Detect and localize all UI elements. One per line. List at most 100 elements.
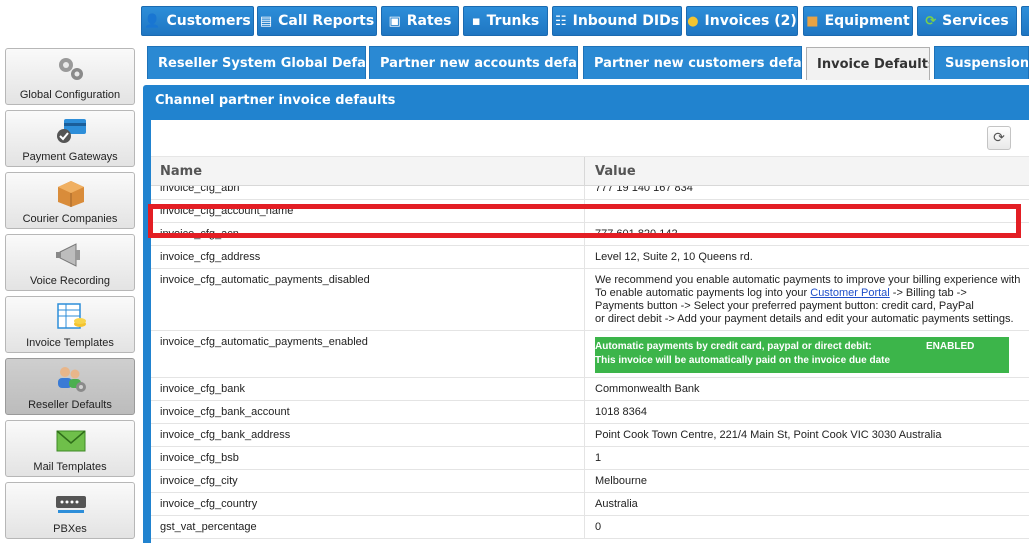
- sidebar-item-courier-companies[interactable]: Courier Companies: [5, 172, 135, 229]
- value-text: To enable automatic payments log into yo…: [595, 287, 811, 299]
- tab-partner-new-accounts-defaults[interactable]: Partner new accounts defaults: [369, 46, 578, 79]
- table-row[interactable]: invoice_cfg_bank_account 1018 8364: [151, 401, 1029, 424]
- table-row[interactable]: invoice_cfg_bank Commonwealth Bank: [151, 378, 1029, 401]
- sidebar-item-label: PBXes: [53, 523, 87, 535]
- value-line: Payments button -> Select your preferred…: [595, 300, 974, 312]
- tab-invoice-defaults[interactable]: Invoice Defaults: [806, 47, 930, 80]
- did-icon: ☷: [554, 13, 567, 29]
- coins-icon: ●: [687, 13, 699, 29]
- column-divider: [584, 401, 585, 423]
- nav-tab-rates[interactable]: ▣ Rates: [381, 6, 459, 36]
- tab-label: Invoice Defaults: [817, 56, 930, 72]
- banner-line: This invoice will be automatically paid …: [595, 355, 891, 366]
- tab-label: Reseller System Global Defaults: [158, 55, 366, 71]
- sidebar-item-label: Reseller Defaults: [28, 399, 112, 411]
- table-row[interactable]: invoice_cfg_abn 777 19 140 167 834: [151, 186, 1029, 200]
- customer-portal-link[interactable]: Customer Portal: [810, 287, 889, 299]
- tab-reseller-system-global-defaults[interactable]: Reseller System Global Defaults: [147, 46, 366, 79]
- tab-suspension[interactable]: Suspension a: [934, 46, 1029, 79]
- column-divider: [584, 331, 585, 377]
- table-row[interactable]: invoice_cfg_bank_address Point Cook Town…: [151, 424, 1029, 447]
- envelope-icon: [56, 430, 86, 452]
- nav-tab-equipment[interactable]: ■ Equipment: [803, 6, 913, 36]
- tab-label: Partner new customers defaults: [594, 55, 802, 71]
- enabled-status-badge: ENABLED: [926, 341, 975, 352]
- column-divider: [584, 269, 585, 330]
- column-header-value[interactable]: Value: [595, 164, 636, 179]
- column-divider: [584, 424, 585, 446]
- sidebar-item-pbxes[interactable]: PBXes: [5, 482, 135, 539]
- nav-tab-label: Trunks: [486, 13, 540, 29]
- table-row[interactable]: invoice_cfg_automatic_payments_disabled …: [151, 269, 1029, 331]
- refresh-button[interactable]: ⟳: [987, 126, 1011, 150]
- nav-tab-label: Call Reports: [278, 13, 375, 29]
- column-header-name[interactable]: Name: [160, 164, 202, 179]
- table-row[interactable]: gst_vat_percentage 0: [151, 516, 1029, 539]
- nav-tab-inbound-dids[interactable]: ☷ Inbound DIDs: [552, 6, 682, 36]
- value-line: We recommend you enable automatic paymen…: [595, 274, 1021, 286]
- row-value-multiline: We recommend you enable automatic paymen…: [595, 274, 1025, 326]
- grid-rows: invoice_cfg_abn 777 19 140 167 834 invoi…: [151, 186, 1029, 543]
- sidebar-item-reseller-defaults[interactable]: Reseller Defaults: [5, 358, 135, 415]
- row-value: Point Cook Town Centre, 221/4 Main St, P…: [595, 429, 942, 441]
- row-name: invoice_cfg_country: [160, 498, 258, 510]
- top-navigation: 👤 Customers ▤ Call Reports ▣ Rates ▪ Tru…: [0, 0, 1029, 42]
- report-icon: ▤: [259, 13, 273, 29]
- row-value: 777 19 140 167 834: [595, 186, 693, 194]
- column-divider: [584, 447, 585, 469]
- nav-tab-invoices[interactable]: ● Invoices (2): [686, 6, 798, 36]
- invoice-defaults-panel: Channel partner invoice defaults ⟳ Name …: [143, 85, 1029, 543]
- refresh-icon: ⟳: [993, 130, 1005, 146]
- sidebar-item-payment-gateways[interactable]: Payment Gateways: [5, 110, 135, 167]
- nav-tab-label: Invoices (2): [704, 13, 797, 29]
- sidebar: Global Configuration Payment Gateways Co…: [0, 42, 142, 543]
- table-row[interactable]: invoice_cfg_address Level 12, Suite 2, 1…: [151, 246, 1029, 269]
- row-value: Level 12, Suite 2, 10 Queens rd.: [595, 251, 753, 263]
- gears-icon: [59, 58, 83, 80]
- row-value: Australia: [595, 498, 638, 510]
- nav-tab-label: Customers: [166, 13, 251, 29]
- row-name: invoice_cfg_abn: [160, 186, 240, 194]
- tab-partner-new-customers-defaults[interactable]: Partner new customers defaults: [583, 46, 802, 79]
- grid-header: Name Value: [151, 156, 1029, 187]
- table-row[interactable]: invoice_cfg_bsb 1: [151, 447, 1029, 470]
- table-row[interactable]: invoice_cfg_automatic_payments_enabled A…: [151, 331, 1029, 378]
- nav-tab-customers[interactable]: 👤 Customers: [141, 6, 254, 36]
- card-icon: [57, 119, 86, 143]
- tab-label: Partner new accounts defaults: [380, 55, 577, 71]
- column-divider: [584, 200, 585, 222]
- pbx-icon: [56, 496, 86, 513]
- nav-tab-call-reports[interactable]: ▤ Call Reports: [257, 6, 377, 36]
- panel-body: ⟳ Name Value invoice_cfg_abn 777 19 140 …: [151, 120, 1029, 543]
- row-value: Melbourne: [595, 475, 647, 487]
- row-name: invoice_cfg_acn: [160, 228, 239, 240]
- row-name: invoice_cfg_bank_address: [160, 429, 291, 441]
- parcel-icon: [58, 181, 84, 207]
- person-icon: 👤: [144, 13, 161, 29]
- nav-tab-label: Services: [942, 13, 1009, 29]
- table-row[interactable]: invoice_cfg_city Melbourne: [151, 470, 1029, 493]
- table-row[interactable]: invoice_cfg_country Australia: [151, 493, 1029, 516]
- table-row[interactable]: invoice_cfg_account_name: [151, 200, 1029, 223]
- column-divider: [584, 157, 585, 187]
- nav-tab-trunks[interactable]: ▪ Trunks: [463, 6, 548, 36]
- sidebar-item-mail-templates[interactable]: Mail Templates: [5, 420, 135, 477]
- column-divider: [584, 378, 585, 400]
- sidebar-item-label: Invoice Templates: [26, 337, 114, 349]
- nav-tab-overflow[interactable]: [1021, 6, 1029, 36]
- sidebar-item-global-configuration[interactable]: Global Configuration: [5, 48, 135, 105]
- sidebar-item-invoice-templates[interactable]: Invoice Templates: [5, 296, 135, 353]
- table-row[interactable]: invoice_cfg_acn 777 601 820 142: [151, 223, 1029, 246]
- row-value: 0: [595, 521, 602, 533]
- row-value: Commonwealth Bank: [595, 383, 700, 395]
- sidebar-item-label: Global Configuration: [19, 89, 121, 101]
- sidebar-item-label: Courier Companies: [22, 213, 118, 225]
- row-value: 1018 8364: [595, 406, 647, 418]
- tab-label: Suspension a: [945, 55, 1029, 71]
- nav-tab-services[interactable]: ⟳ Services: [917, 6, 1017, 36]
- trunk-icon: ▪: [471, 13, 481, 29]
- sidebar-item-label: Voice Recording: [29, 275, 111, 287]
- sidebar-item-label: Payment Gateways: [22, 151, 118, 163]
- sidebar-item-voice-recording[interactable]: Voice Recording: [5, 234, 135, 291]
- nav-tab-label: Inbound DIDs: [572, 13, 680, 29]
